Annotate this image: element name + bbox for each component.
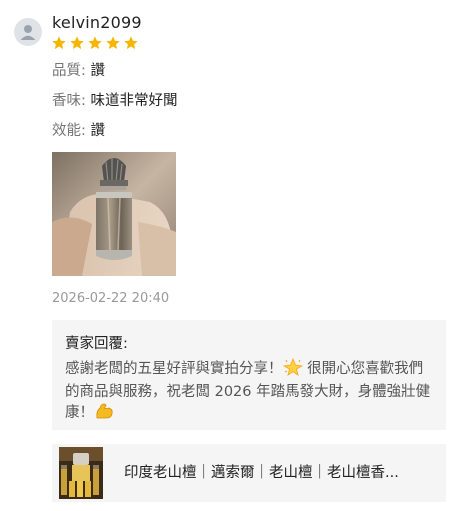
seller-reply-text-part: 感謝老闆的五星好評與實拍分享！ (65, 361, 283, 377)
product-thumbnail (59, 447, 103, 499)
product-image (59, 447, 103, 499)
seller-reply-text: 感謝老闆的五星好評與實拍分享！ 很開心您喜歡我們的商品與服務，祝老闆 2026 … (65, 357, 437, 426)
attribute-scent: 香味: 味道非常好聞 (52, 91, 178, 111)
star-icon (88, 36, 102, 49)
star-icon (70, 36, 84, 49)
product-name[interactable]: 印度老山檀｜邁索爾｜老山檀｜老山檀香... (124, 463, 434, 483)
perfume-bottle-photo (52, 152, 176, 276)
attribute-label: 效能: (52, 123, 86, 139)
product-card[interactable]: 印度老山檀｜邁索爾｜老山檀｜老山檀香... (52, 444, 446, 502)
attribute-label: 香味: (52, 93, 86, 109)
username[interactable]: kelvin2099 (52, 13, 142, 32)
star-icon (52, 36, 66, 49)
attribute-effect: 效能: 讚 (52, 121, 105, 141)
attribute-value: 味道非常好聞 (90, 93, 178, 109)
flexed-biceps-icon (94, 402, 114, 426)
sparkle-star-icon (282, 357, 303, 382)
avatar[interactable] (14, 18, 42, 46)
attribute-quality: 品質: 讚 (52, 61, 105, 81)
review-photo[interactable] (52, 152, 176, 276)
seller-reply-title: 賣家回覆: (65, 336, 128, 352)
seller-reply: 賣家回覆: 感謝老闆的五星好評與實拍分享！ 很開心您喜歡我們的商品與服務，祝老闆… (52, 320, 446, 430)
star-icon (106, 36, 120, 49)
attribute-value: 讚 (90, 123, 106, 139)
attribute-value: 讚 (90, 63, 106, 79)
star-icon (124, 36, 138, 49)
star-rating (51, 35, 139, 51)
user-icon (20, 25, 36, 40)
review-date: 2026-02-22 20:40 (52, 291, 170, 306)
attribute-label: 品質: (52, 63, 86, 79)
